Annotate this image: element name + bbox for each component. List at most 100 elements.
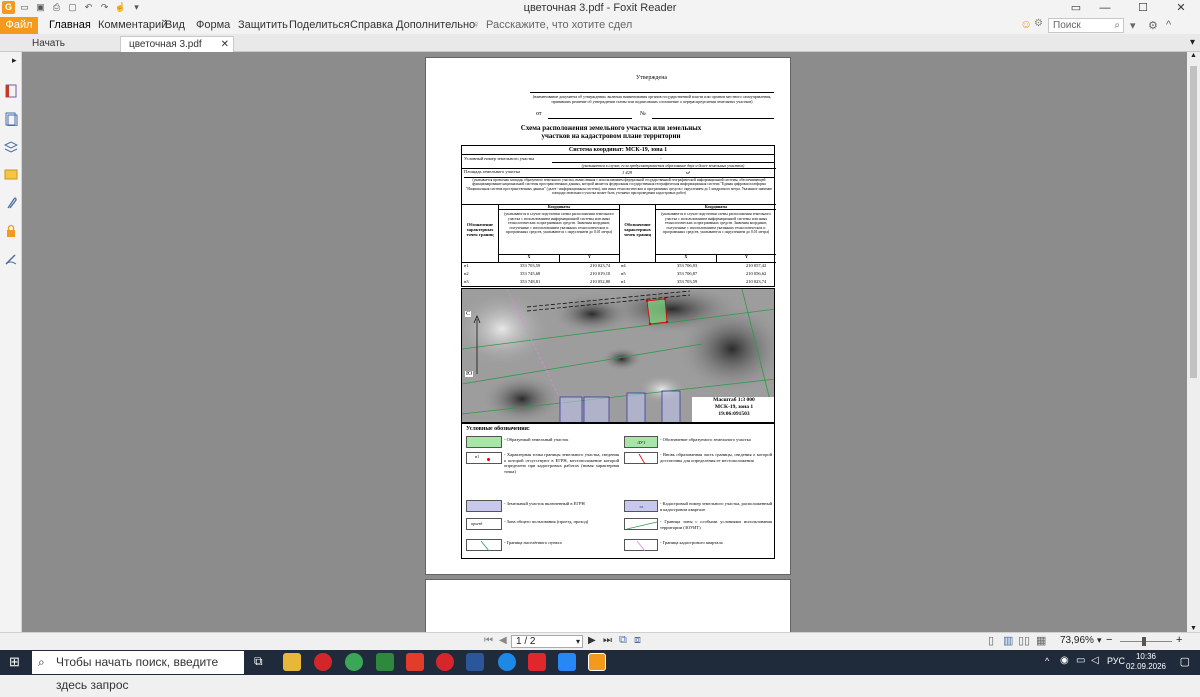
table-row: н2 353 745,68 210 019,10 н5 353 706,87 2… xyxy=(464,271,767,276)
file-menu-button[interactable]: Файл xyxy=(0,17,38,34)
panel-expand-icon[interactable]: ▸ xyxy=(12,55,17,66)
opera-icon[interactable] xyxy=(314,653,332,671)
legend-left-2: - Земельный участок включенный в ЕГРН xyxy=(504,501,585,506)
legend-swatch-new-boundary xyxy=(624,452,658,465)
tab-list-icon[interactable]: ▾ xyxy=(1190,37,1195,48)
view-pages-icon[interactable]: ⧉ xyxy=(619,634,627,647)
navigation-panel: ▸ xyxy=(0,52,22,632)
legend-left-3: - Зона общего пользования (проезд, прохо… xyxy=(504,519,589,524)
bookmarks-icon[interactable] xyxy=(4,84,18,98)
ribbon-collapse-icon[interactable]: ^ xyxy=(1166,19,1171,31)
notifications-icon[interactable]: ▢ xyxy=(1180,655,1190,668)
menu-protect[interactable]: Защитить xyxy=(238,19,288,31)
menu-home[interactable]: Главная xyxy=(49,19,91,31)
zoom-in-icon[interactable]: + xyxy=(1176,634,1182,646)
search-icon[interactable]: ⌕ xyxy=(1114,19,1120,32)
zoom-out-icon[interactable]: − xyxy=(1106,634,1112,646)
continuous-facing-icon[interactable]: ▦ xyxy=(1036,634,1046,647)
menu-share[interactable]: Поделиться xyxy=(289,19,350,31)
legend-left-0: - Образуемый земельный участок xyxy=(504,437,569,442)
network-icon[interactable]: ◉ xyxy=(1060,655,1069,666)
scrollbar-thumb[interactable] xyxy=(1190,66,1197,378)
cond-number-value: - xyxy=(660,156,662,161)
col-point-left: Обозначение характерных точек границ xyxy=(462,204,499,262)
layers-icon[interactable] xyxy=(4,140,18,154)
word-icon[interactable] xyxy=(466,653,484,671)
smiley-icon[interactable]: ☺ xyxy=(1020,17,1032,31)
vertical-scrollbar[interactable]: ▲ ▼ xyxy=(1187,52,1200,632)
settings-icon[interactable]: ⚙ xyxy=(1148,19,1158,32)
search-options-icon[interactable]: ▾ xyxy=(1130,19,1136,32)
approved-label: Утверждена xyxy=(636,75,668,81)
maximize-button[interactable]: ☐ xyxy=(1124,0,1162,17)
app-icon[interactable] xyxy=(498,653,516,671)
close-tab-icon[interactable]: ✕ xyxy=(221,39,229,50)
scroll-down-icon[interactable]: ▼ xyxy=(1190,625,1197,632)
legend-right-2: - Кадастровый номер земельного участка, … xyxy=(660,501,772,512)
window-controls: ▭ — ☐ ✕ xyxy=(1066,0,1200,17)
chrome-icon[interactable] xyxy=(345,653,363,671)
zoom-dropdown-icon[interactable]: ▾ xyxy=(1097,635,1102,646)
vk-icon[interactable] xyxy=(558,653,576,671)
zoom-level[interactable]: 73,96% xyxy=(1060,635,1094,646)
page-dropdown-icon[interactable]: ▾ xyxy=(576,636,580,647)
menu-extra[interactable]: Дополнительно xyxy=(396,19,475,31)
first-page-icon[interactable]: ⏮ xyxy=(484,635,493,646)
status-bar: ⏮ ◀ 1 / 2 ▾ ▶ ⏭ ⧉ ⧈ ▯ ▥ ▯▯ ▦ 73,96% ▾ − + xyxy=(0,632,1200,650)
tell-me-input[interactable]: Расскажите, что хотите сдел xyxy=(486,19,632,31)
search-input[interactable]: Поиск ⌕ xyxy=(1048,18,1124,33)
comments-icon[interactable] xyxy=(4,168,18,182)
file-explorer-icon[interactable] xyxy=(283,653,301,671)
zoom-slider[interactable] xyxy=(1120,637,1172,646)
legend-swatch-zouit xyxy=(624,518,658,530)
calendar-icon[interactable] xyxy=(528,653,546,671)
language-indicator[interactable]: РУС xyxy=(1107,656,1125,666)
clock[interactable]: 10:36 02.09.2026 xyxy=(1126,652,1166,672)
task-view-icon[interactable]: ⧉ xyxy=(254,654,263,669)
single-page-icon[interactable]: ▯ xyxy=(988,634,994,647)
attachments-icon[interactable] xyxy=(4,196,18,210)
col-point-right: Обозначение характерных точек границ xyxy=(619,204,656,262)
menu-comment[interactable]: Комментарий xyxy=(98,19,167,31)
windows-start-icon[interactable]: ⊞ xyxy=(9,654,20,670)
yandex-browser-icon[interactable] xyxy=(436,653,454,671)
store-icon[interactable] xyxy=(376,653,394,671)
facing-icon[interactable]: ▯▯ xyxy=(1018,634,1030,647)
legend-swatch-kn: :ss xyxy=(624,500,658,512)
tab-start[interactable]: Начать xyxy=(24,36,118,52)
account-icon[interactable]: ⚙ xyxy=(1034,18,1043,29)
scroll-up-icon[interactable]: ▲ xyxy=(1190,52,1197,59)
volume-icon[interactable]: ◁ xyxy=(1091,655,1099,666)
pdf-page-2 xyxy=(425,579,791,632)
document-tabs: Начать цветочная 3.pdf ✕ ▾ xyxy=(0,34,1200,52)
document-viewport[interactable]: Утверждена (наименование документа об ут… xyxy=(22,52,1187,632)
menu-view[interactable]: Вид xyxy=(165,19,185,31)
last-page-icon[interactable]: ⏭ xyxy=(603,635,612,646)
from-label: от xyxy=(536,111,542,117)
y-header-left: Y xyxy=(559,254,619,262)
continuous-icon[interactable]: ▥ xyxy=(1003,634,1013,647)
tray-expand-icon[interactable]: ^ xyxy=(1045,656,1049,666)
minimize-button[interactable]: — xyxy=(1086,0,1124,17)
approval-note: (наименование документа об утверждении, … xyxy=(530,92,774,104)
ribbon-menu: Файл Главная Комментарий Вид Форма Защит… xyxy=(0,17,1200,34)
page-number-input[interactable]: 1 / 2 ▾ xyxy=(511,635,583,648)
extract-icon[interactable]: ⧈ xyxy=(634,634,641,647)
foxit-taskbar-icon[interactable] xyxy=(588,653,606,671)
restore-icon[interactable]: ▭ xyxy=(1066,0,1086,17)
close-button[interactable]: ✕ xyxy=(1162,0,1200,17)
menu-help[interactable]: Справка xyxy=(350,19,393,31)
yandex-icon[interactable] xyxy=(406,653,424,671)
pages-icon[interactable] xyxy=(4,112,18,126)
battery-icon[interactable]: ▭ xyxy=(1076,655,1085,666)
signatures-icon[interactable] xyxy=(4,252,18,266)
zoom-slider-thumb[interactable] xyxy=(1142,637,1146,646)
menu-form[interactable]: Форма xyxy=(196,19,230,31)
prev-page-icon[interactable]: ◀ xyxy=(499,635,507,646)
map-scale-block: Масштаб 1:3 000 МСК-19, зона 1 19:06:091… xyxy=(713,397,755,417)
next-page-icon[interactable]: ▶ xyxy=(588,635,596,646)
number-line xyxy=(652,118,774,119)
tab-document[interactable]: цветочная 3.pdf ✕ xyxy=(120,36,234,52)
security-lock-icon[interactable] xyxy=(4,224,18,238)
taskbar-search-input[interactable]: ⌕ Чтобы начать поиск, введите здесь запр… xyxy=(32,651,244,692)
